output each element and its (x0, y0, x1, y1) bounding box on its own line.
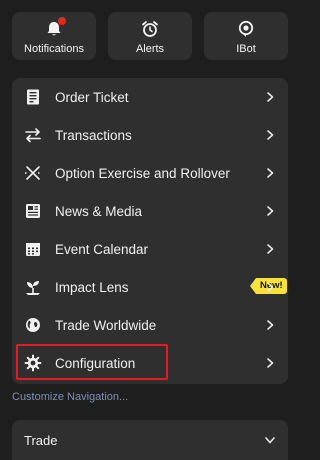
menu-item-transactions[interactable]: Transactions (12, 116, 288, 154)
menu-item-option-exercise[interactable]: Option Exercise and Rollover (12, 154, 288, 192)
menu-item-news-media[interactable]: News & Media (12, 192, 288, 230)
menu-item-label: Impact Lens (55, 280, 129, 295)
gear-icon (24, 354, 42, 372)
notification-badge (58, 17, 66, 25)
trade-section-header[interactable]: Trade (12, 420, 288, 460)
chevron-right-icon (264, 205, 276, 217)
menu-item-label: Event Calendar (55, 242, 149, 257)
chevron-right-icon (264, 129, 276, 141)
globe-icon (24, 316, 42, 334)
ibot-tile[interactable]: IBot (204, 12, 288, 60)
tile-label: IBot (236, 43, 256, 55)
chevron-right-icon (264, 167, 276, 179)
chevron-down-icon (264, 434, 276, 446)
calendar-icon (24, 240, 42, 258)
menu-item-event-calendar[interactable]: Event Calendar (12, 230, 288, 268)
impact-lens-icon (24, 278, 42, 296)
menu-item-label: Option Exercise and Rollover (55, 166, 230, 181)
menu-item-trade-worldwide[interactable]: Trade Worldwide (12, 306, 288, 344)
chevron-right-icon (264, 91, 276, 103)
menu-item-order-ticket[interactable]: Order Ticket (12, 78, 288, 116)
menu-item-label: Configuration (55, 356, 136, 371)
tile-label: Alerts (135, 43, 165, 55)
navigation-page: Notifications Alerts IBot Order Ticket T… (0, 0, 300, 460)
order-ticket-icon (24, 88, 42, 106)
menu-item-label: Transactions (55, 128, 132, 143)
chevron-right-icon (264, 281, 276, 293)
menu-item-label: Trade Worldwide (55, 318, 157, 333)
notifications-tile[interactable]: Notifications (12, 12, 96, 60)
tile-label: Notifications (24, 43, 84, 55)
transactions-icon (24, 126, 42, 144)
customize-navigation-link[interactable]: Customize Navigation... (12, 391, 128, 403)
menu-item-configuration[interactable]: Configuration (12, 344, 288, 382)
navigation-menu: Order Ticket Transactions Option Exercis… (12, 78, 288, 384)
chevron-right-icon (264, 319, 276, 331)
chevron-right-icon (264, 357, 276, 369)
menu-item-impact-lens[interactable]: Impact Lens New! (12, 268, 288, 306)
bell-icon (45, 17, 66, 38)
quick-tiles: Notifications Alerts IBot (12, 12, 288, 60)
trade-section-label: Trade (24, 433, 58, 448)
menu-item-label: News & Media (55, 204, 143, 219)
news-icon (24, 202, 42, 220)
chevron-right-icon (264, 243, 276, 255)
option-exercise-icon (24, 164, 42, 182)
ibot-icon (237, 20, 255, 38)
alerts-tile[interactable]: Alerts (108, 12, 192, 60)
menu-item-label: Order Ticket (55, 90, 129, 105)
alarm-clock-icon (141, 20, 159, 38)
